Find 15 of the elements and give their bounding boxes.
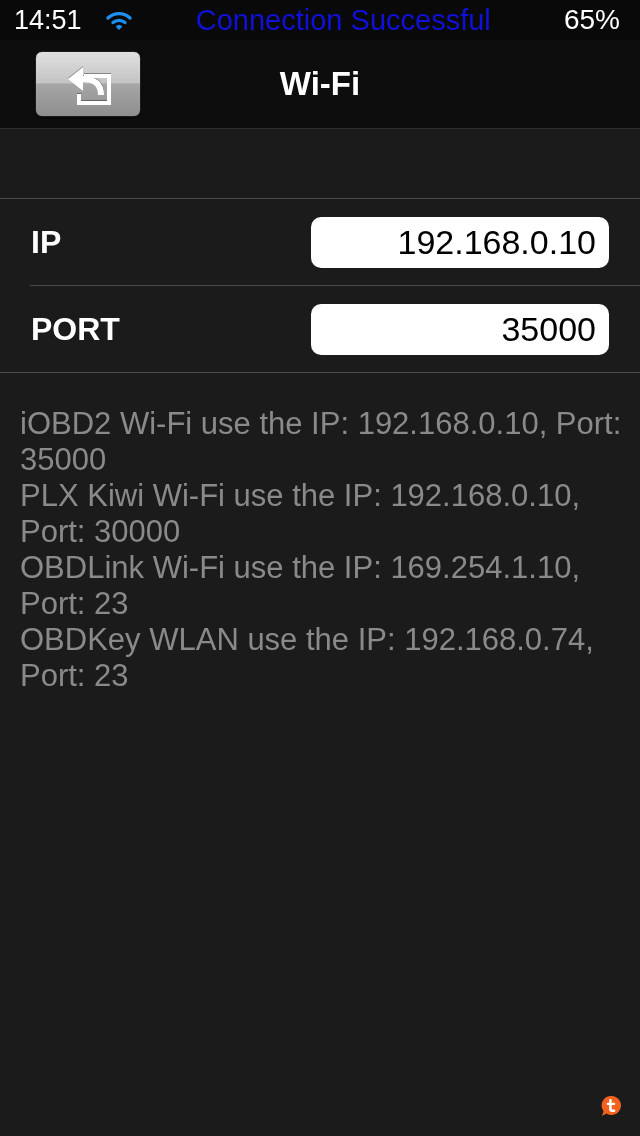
- note-text: OBDLink Wi-Fi use the IP: 169.254.1.10, Port: 23: [20, 550, 581, 622]
- wifi-icon: [104, 9, 133, 31]
- input-field[interactable]: 35000: [311, 303, 609, 355]
- chat-bubble-icon[interactable]: [601, 1095, 622, 1116]
- input-field[interactable]: 192.168.0.10: [311, 216, 609, 268]
- field-label: PORT: [30, 310, 120, 348]
- status-message: Connection Successful: [194, 3, 492, 37]
- field-label: IP: [30, 223, 62, 261]
- note-text: PLX Kiwi Wi-Fi use the IP: 192.168.0.10, Port: 30000: [20, 478, 581, 550]
- back-button[interactable]: [35, 51, 141, 117]
- note-text: OBDKey WLAN use the IP: 192.168.0.74, Port: 23: [20, 622, 595, 694]
- battery-percent: 65%: [563, 4, 620, 36]
- status-time: 14:51: [14, 4, 82, 36]
- nav-title: Wi-Fi: [279, 64, 361, 104]
- note-text: iOBD2 Wi-Fi use the IP: 192.168.0.10, Port: 35000: [20, 406, 623, 478]
